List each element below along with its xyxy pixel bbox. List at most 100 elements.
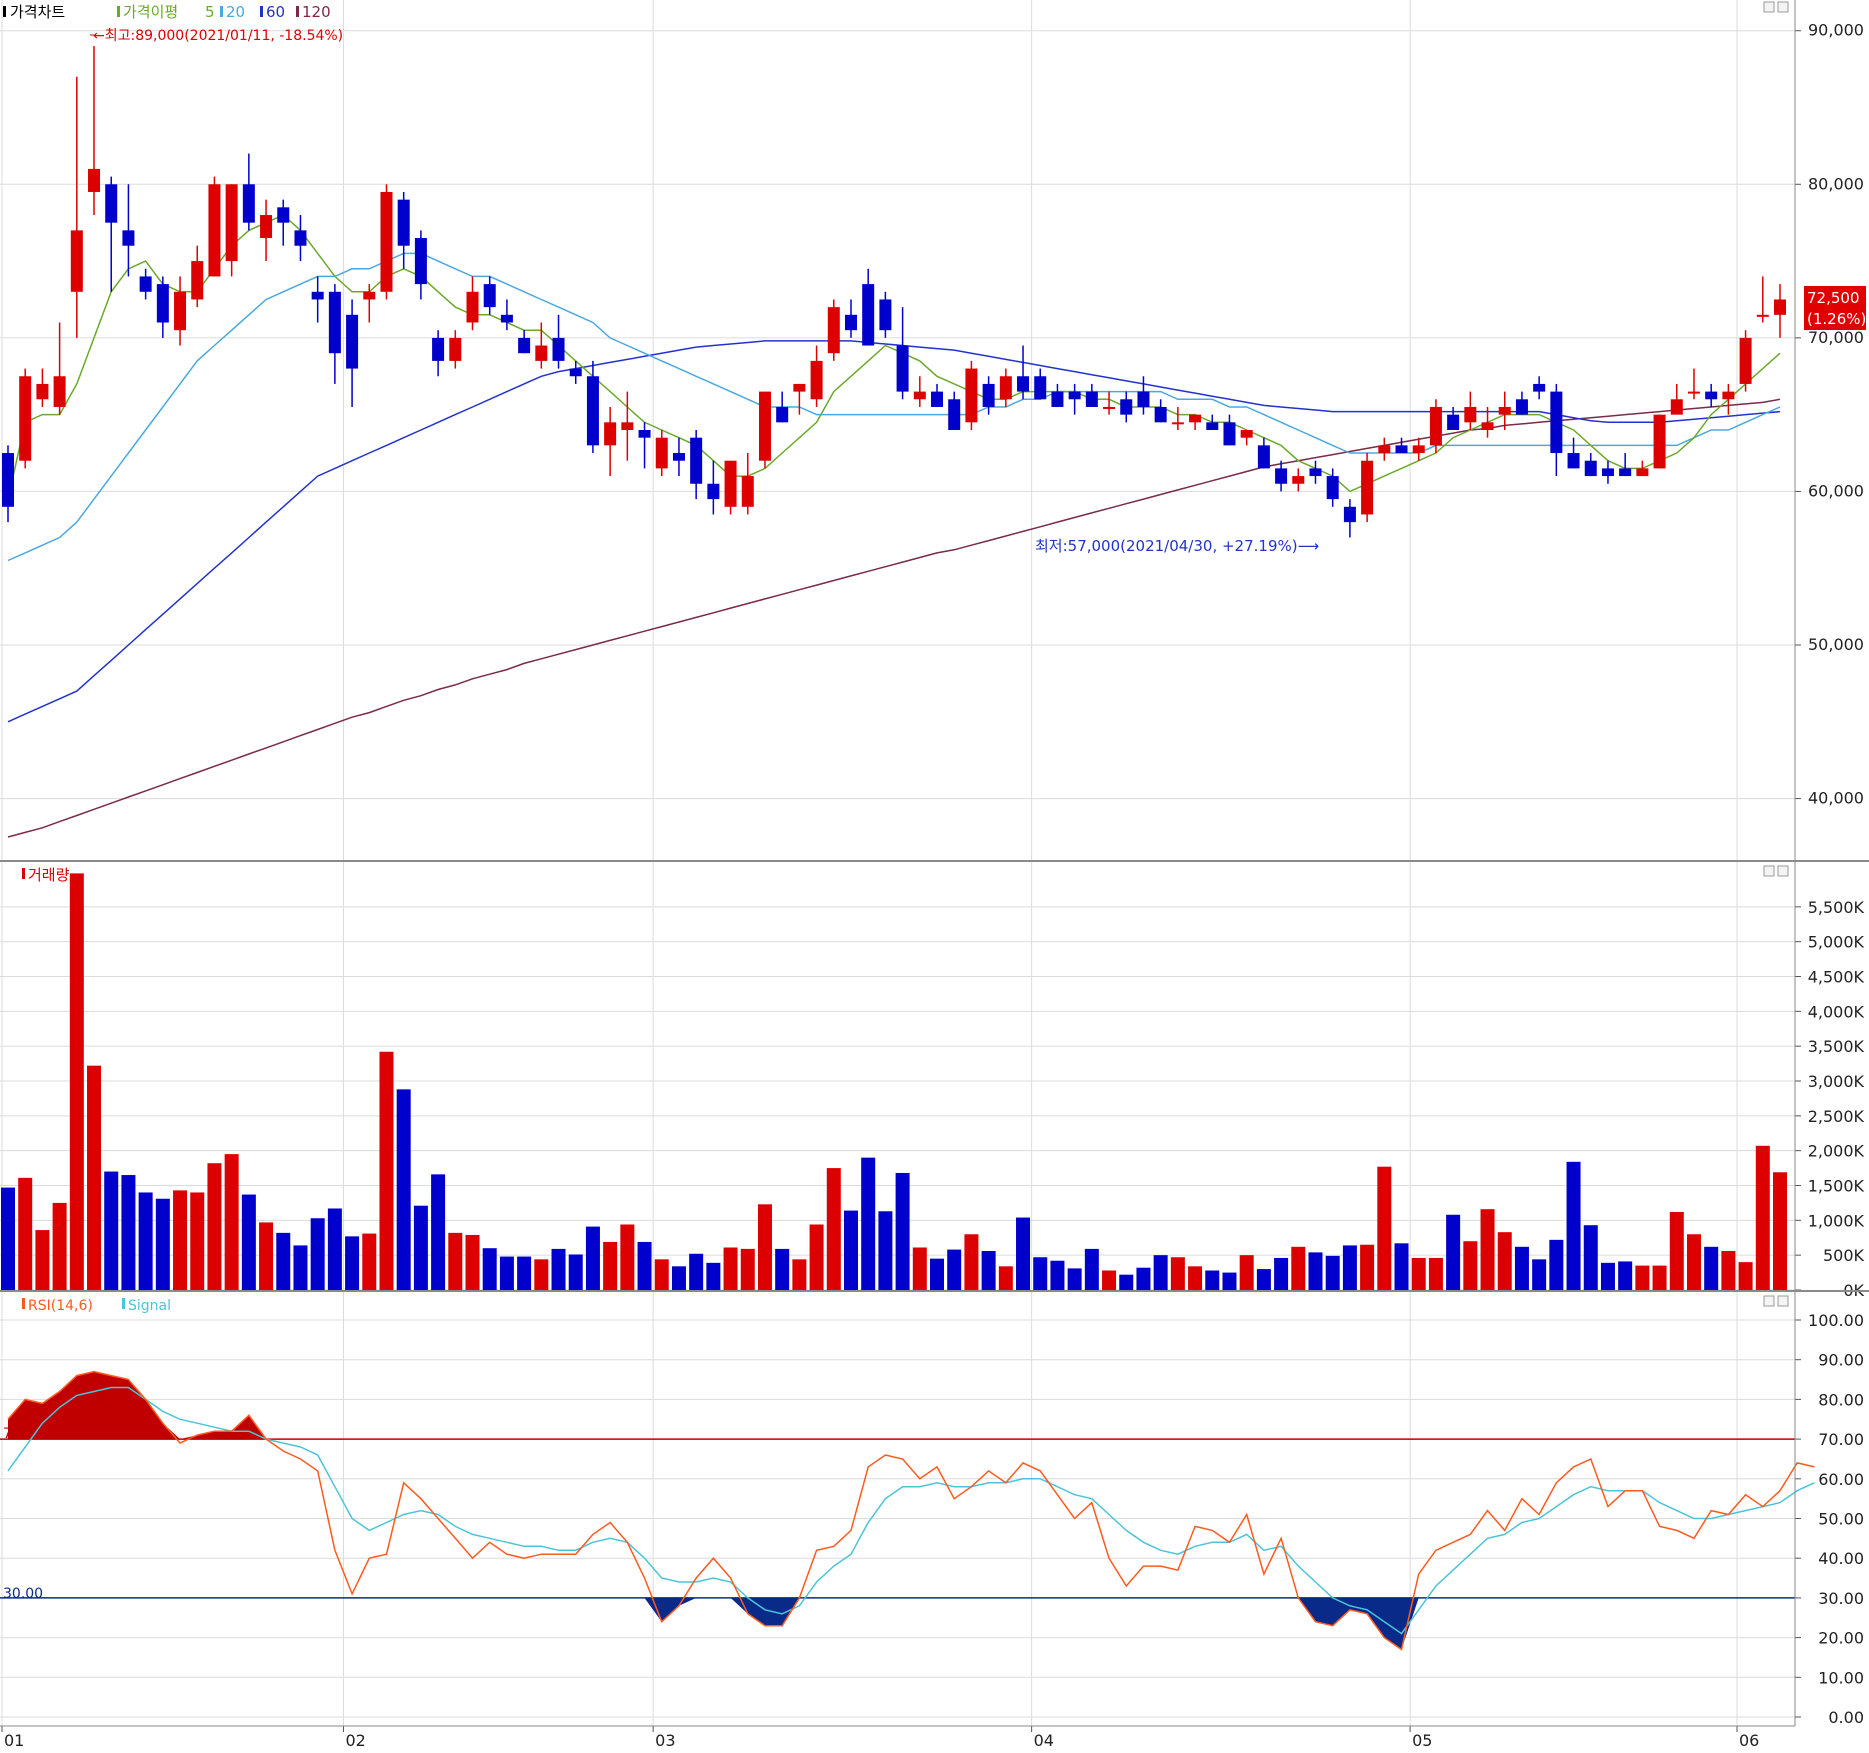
month-label: 06 bbox=[1739, 1731, 1759, 1749]
candle-body bbox=[1395, 445, 1408, 454]
volume-bar bbox=[190, 1192, 205, 1290]
volume-bar bbox=[69, 873, 84, 1290]
volume-bar bbox=[517, 1256, 532, 1290]
price-tick-label: 50,000 bbox=[1808, 635, 1864, 654]
candle-body bbox=[19, 376, 32, 461]
minimize-panel-icon[interactable] bbox=[1763, 1, 1775, 13]
candle-body bbox=[1343, 506, 1356, 523]
candle-body bbox=[948, 399, 961, 430]
signal-legend-marker bbox=[122, 1298, 125, 1309]
volume-bar bbox=[534, 1259, 549, 1290]
candle-body bbox=[1326, 476, 1339, 500]
rsi-tick-label: 90.00 bbox=[1818, 1351, 1864, 1370]
volume-bar bbox=[1704, 1246, 1719, 1290]
candle-body bbox=[1619, 468, 1632, 477]
month-label: 01 bbox=[4, 1731, 24, 1749]
volume-bar bbox=[1016, 1217, 1031, 1290]
candle-body bbox=[844, 314, 857, 331]
volume-bar bbox=[1325, 1255, 1340, 1290]
candle-body bbox=[1034, 376, 1047, 400]
volume-bar bbox=[1239, 1255, 1254, 1290]
candle-body bbox=[1567, 453, 1580, 469]
volume-bar bbox=[207, 1163, 222, 1290]
candle-body bbox=[363, 291, 376, 300]
volume-bar bbox=[1514, 1246, 1529, 1290]
ma20-legend-marker bbox=[220, 6, 223, 17]
rsi-tick-label: 60.00 bbox=[1818, 1470, 1864, 1489]
price-tick-label: 90,000 bbox=[1808, 21, 1864, 40]
volume-bar bbox=[585, 1226, 600, 1290]
rsi-tick-label: 100.00 bbox=[1808, 1311, 1864, 1330]
candle-body bbox=[1533, 383, 1546, 392]
volume-bar bbox=[35, 1230, 50, 1290]
candle-body bbox=[586, 376, 599, 446]
volume-bar bbox=[379, 1051, 394, 1290]
volume-bar bbox=[396, 1089, 411, 1290]
candle-body bbox=[655, 437, 668, 469]
volume-bar bbox=[1256, 1269, 1271, 1290]
current-change-label: (1.26%) bbox=[1807, 310, 1866, 328]
volume-bar bbox=[1428, 1257, 1443, 1290]
volume-tick-label: 3,500K bbox=[1808, 1037, 1865, 1056]
volume-bar bbox=[293, 1245, 308, 1290]
volume-bar bbox=[1377, 1166, 1392, 1290]
stock-chart-window: 90,000 80,000 70,000 60,000 50,000 40,000 5,50… bbox=[0, 0, 1869, 1750]
volume-bar bbox=[654, 1259, 669, 1290]
volume-bar bbox=[792, 1259, 807, 1290]
rsi-tick-label: 20.00 bbox=[1818, 1629, 1864, 1648]
volume-bar bbox=[740, 1248, 755, 1290]
volume-bar bbox=[1669, 1211, 1684, 1290]
close-panel-icon[interactable] bbox=[1777, 1, 1789, 13]
volume-legend-title: 거래량 bbox=[28, 866, 70, 884]
volume-bar bbox=[138, 1192, 153, 1290]
candle-body bbox=[500, 314, 513, 323]
candle-body bbox=[724, 460, 737, 507]
volume-bar bbox=[431, 1174, 446, 1290]
volume-bar bbox=[1480, 1209, 1495, 1290]
candle-body bbox=[827, 307, 840, 354]
signal-legend-title: Signal bbox=[128, 1298, 171, 1314]
candle-body bbox=[1137, 391, 1150, 407]
candle-body bbox=[862, 284, 875, 346]
candle-body bbox=[70, 230, 83, 292]
volume-tick-label: 2,500K bbox=[1808, 1107, 1865, 1126]
candle-body bbox=[638, 430, 651, 438]
candle-body bbox=[999, 376, 1012, 400]
candle-body bbox=[1670, 399, 1683, 415]
minimize-panel-icon[interactable] bbox=[1763, 1295, 1775, 1307]
volume-bar bbox=[87, 1065, 102, 1290]
ma5-legend: 5 bbox=[205, 3, 215, 21]
candle-body bbox=[1292, 476, 1305, 484]
candle-body bbox=[1429, 406, 1442, 446]
close-panel-icon[interactable] bbox=[1777, 865, 1789, 877]
minimize-panel-icon[interactable] bbox=[1763, 865, 1775, 877]
volume-bar bbox=[1394, 1243, 1409, 1290]
candle-body bbox=[1017, 376, 1030, 392]
volume-bar bbox=[861, 1157, 876, 1290]
candle-body bbox=[328, 291, 341, 354]
candle-body bbox=[1601, 468, 1614, 477]
volume-bar bbox=[1755, 1145, 1770, 1290]
candle-body bbox=[1154, 406, 1167, 423]
candle-body bbox=[1257, 445, 1270, 469]
volume-tick-label: 4,500K bbox=[1808, 968, 1865, 987]
volume-bar bbox=[1, 1187, 15, 1290]
volume-bar bbox=[1618, 1261, 1633, 1290]
ma120-legend-marker bbox=[296, 6, 299, 17]
low-annotation: 최저:57,000(2021/04/30, +27.19%)⟶ bbox=[1035, 537, 1319, 555]
volume-bar bbox=[121, 1175, 136, 1290]
volume-bar bbox=[568, 1254, 583, 1290]
volume-bar bbox=[1170, 1257, 1185, 1290]
volume-bar bbox=[1773, 1172, 1787, 1290]
candle-body bbox=[913, 391, 926, 400]
volume-bar bbox=[1600, 1262, 1615, 1290]
month-label: 03 bbox=[655, 1731, 675, 1749]
close-panel-icon[interactable] bbox=[1777, 1295, 1789, 1307]
volume-bar bbox=[1463, 1241, 1478, 1290]
volume-bar bbox=[998, 1266, 1013, 1290]
candle-body bbox=[122, 230, 135, 246]
candle-body bbox=[1378, 445, 1391, 454]
volume-bar bbox=[930, 1258, 945, 1290]
volume-bar bbox=[259, 1222, 274, 1290]
volume-tick-label: 500K bbox=[1823, 1246, 1865, 1265]
